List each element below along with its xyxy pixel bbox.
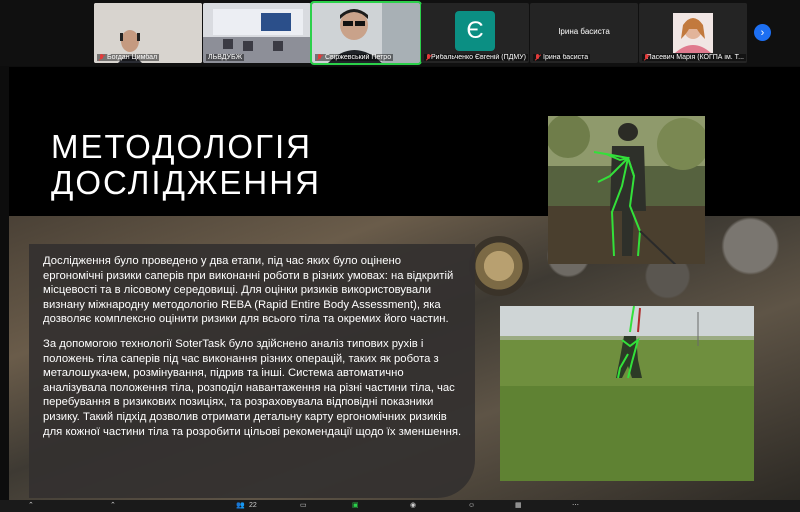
participant-name: Свіржевський Петро xyxy=(315,54,394,61)
methodology-text-box: Дослідження було проведено у два етапи, … xyxy=(29,244,475,498)
participant-tile-active[interactable]: Свіржевський Петро xyxy=(310,1,422,65)
mic-muted-icon xyxy=(535,54,541,61)
participant-name: Пасевич Марія (КОГПА ім. Т... xyxy=(642,54,746,61)
forest-sapper-photo xyxy=(548,116,705,264)
participant-tile[interactable]: ЛЬВДУБЖ xyxy=(203,3,311,63)
participant-name: Ірина басиста xyxy=(533,54,591,61)
participant-name: Богдан Цимбал xyxy=(97,54,160,61)
meeting-toolbar: ⌃ ⌃ 👥 22 ▭ ▣ ◉ ☺ ▦ ⋯ xyxy=(0,500,800,512)
slide-title: МЕТОДОЛОГІЯ ДОСЛІДЖЕННЯ xyxy=(51,129,321,201)
more-icon[interactable]: ⋯ xyxy=(572,502,579,510)
participant-strip: Богдан Цимбал ЛЬВДУБЖ Свіржевський Петро… xyxy=(0,0,800,66)
field-scene xyxy=(500,306,754,481)
methodology-paragraph-1: Дослідження було проведено у два етапи, … xyxy=(43,255,454,326)
record-icon[interactable]: ◉ xyxy=(410,502,416,510)
next-page-icon[interactable]: › xyxy=(754,24,771,41)
participant-tile[interactable]: Пасевич Марія (КОГПА ім. Т... xyxy=(639,3,747,63)
chevron-up-icon[interactable]: ⌃ xyxy=(28,502,34,510)
shared-slide: МЕТОДОЛОГІЯ ДОСЛІДЖЕННЯ Дослідження було… xyxy=(9,67,800,500)
participant-center-name: Ірина басиста xyxy=(558,27,610,36)
participant-tile[interactable]: Ірина басиста Ірина басиста xyxy=(530,3,638,63)
mic-muted-icon xyxy=(644,54,647,61)
mic-muted-icon xyxy=(317,54,323,61)
reactions-icon[interactable]: ☺ xyxy=(468,502,475,510)
participant-tile[interactable]: Богдан Цимбал xyxy=(94,3,202,63)
methodology-paragraph-2: За допомогою технології SoterTask було з… xyxy=(43,337,462,438)
apps-icon[interactable]: ▦ xyxy=(515,502,522,510)
share-screen-icon[interactable]: ▣ xyxy=(352,502,359,510)
slide-title-line1: МЕТОДОЛОГІЯ xyxy=(51,128,312,165)
slide-title-line2: ДОСЛІДЖЕННЯ xyxy=(51,164,321,201)
chat-icon[interactable]: ▭ xyxy=(300,502,307,510)
forest-scene xyxy=(548,116,705,264)
mic-muted-icon xyxy=(99,54,105,61)
participant-name: Рибальченко Євгеній (ПДМУ) xyxy=(424,54,528,61)
participant-name: ЛЬВДУБЖ xyxy=(206,54,245,61)
participant-avatar: Є xyxy=(455,11,495,51)
field-sapper-photo xyxy=(500,306,754,481)
chevron-up-icon[interactable]: ⌃ xyxy=(110,502,116,510)
participant-tile[interactable]: Є Рибальченко Євгеній (ПДМУ) xyxy=(421,3,529,63)
participants-icon[interactable]: 👥 xyxy=(236,502,245,510)
participants-count: 22 xyxy=(249,502,257,509)
zoom-meeting-window: Богдан Цимбал ЛЬВДУБЖ Свіржевський Петро… xyxy=(0,0,800,512)
mic-muted-icon xyxy=(426,54,430,61)
